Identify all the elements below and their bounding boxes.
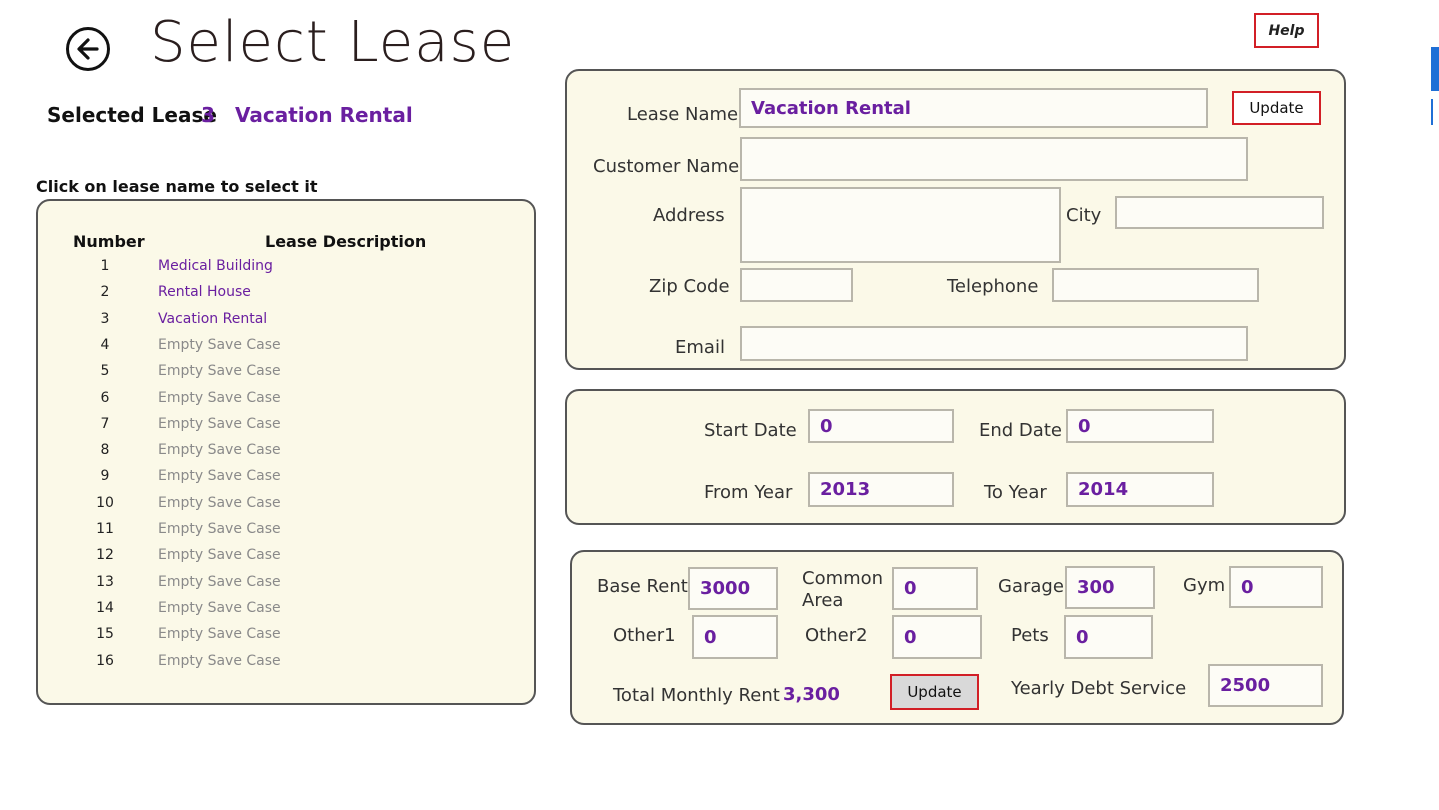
pets-field[interactable]: 0 xyxy=(1064,615,1153,659)
total-monthly-rent-value: 3,300 xyxy=(783,684,840,705)
selected-lease-label: Selected Lease xyxy=(47,103,217,127)
start-date-field[interactable]: 0 xyxy=(808,409,954,443)
lease-row-number: 8 xyxy=(100,442,110,458)
common-area-label-line1: Common xyxy=(802,568,884,589)
lease-row-number: 9 xyxy=(100,468,110,484)
lease-name-field[interactable]: Vacation Rental xyxy=(739,88,1208,128)
column-header-description: Lease Description xyxy=(265,232,427,251)
lease-row-number: 15 xyxy=(96,626,114,642)
lease-row-name-link[interactable]: Empty Save Case xyxy=(158,600,281,616)
from-year-label: From Year xyxy=(704,482,793,503)
to-year-label: To Year xyxy=(984,482,1047,503)
yearly-debt-service-field[interactable]: 2500 xyxy=(1208,664,1323,707)
email-label: Email xyxy=(675,337,725,358)
other2-field[interactable]: 0 xyxy=(892,615,982,659)
end-date-field[interactable]: 0 xyxy=(1066,409,1214,443)
lease-row-name-link[interactable]: Empty Save Case xyxy=(158,468,281,484)
lease-row-number: 14 xyxy=(96,600,114,616)
telephone-label: Telephone xyxy=(947,276,1039,297)
other1-field[interactable]: 0 xyxy=(692,615,778,659)
telephone-field[interactable] xyxy=(1052,268,1259,302)
scrollbar[interactable] xyxy=(1431,47,1439,127)
lease-row-number: 12 xyxy=(96,547,114,563)
lease-row-name-link[interactable]: Rental House xyxy=(158,284,251,300)
pets-label: Pets xyxy=(1011,625,1049,646)
lease-row-name-link[interactable]: Empty Save Case xyxy=(158,416,281,432)
lease-row-number: 1 xyxy=(100,258,110,274)
other1-label: Other1 xyxy=(613,625,676,646)
lease-row-name-link[interactable]: Vacation Rental xyxy=(158,311,267,327)
zip-code-field[interactable] xyxy=(740,268,853,302)
city-label: City xyxy=(1066,205,1102,226)
lease-row-number: 13 xyxy=(96,574,114,590)
lease-row-name-link[interactable]: Empty Save Case xyxy=(158,574,281,590)
base-rent-label: Base Rent xyxy=(597,576,688,597)
lease-row-name-link[interactable]: Empty Save Case xyxy=(158,363,281,379)
lease-row-number: 5 xyxy=(100,363,110,379)
lease-row-name-link[interactable]: Empty Save Case xyxy=(158,442,281,458)
zip-code-label: Zip Code xyxy=(649,276,730,297)
yearly-debt-service-label: Yearly Debt Service xyxy=(1011,678,1187,699)
from-year-field[interactable]: 2013 xyxy=(808,472,954,507)
lease-row-number: 16 xyxy=(96,653,114,669)
address-label: Address xyxy=(653,205,725,226)
city-field[interactable] xyxy=(1115,196,1324,229)
rent-update-button[interactable]: Update xyxy=(890,674,979,710)
back-button[interactable] xyxy=(66,27,110,71)
page-title: Select Lease xyxy=(150,10,516,75)
scrollbar-track xyxy=(1431,99,1439,125)
lease-row-name-link[interactable]: Empty Save Case xyxy=(158,521,281,537)
common-area-field[interactable]: 0 xyxy=(892,567,978,610)
dates-panel xyxy=(565,389,1346,525)
total-monthly-rent-label: Total Monthly Rent xyxy=(613,685,780,706)
lease-row-number: 6 xyxy=(100,390,110,406)
gym-field[interactable]: 0 xyxy=(1229,566,1323,608)
gym-label: Gym xyxy=(1183,575,1226,596)
lease-row-number: 10 xyxy=(96,495,114,511)
garage-label: Garage xyxy=(998,576,1064,597)
to-year-field[interactable]: 2014 xyxy=(1066,472,1214,507)
other2-label: Other2 xyxy=(805,625,868,646)
lease-row-name-link[interactable]: Empty Save Case xyxy=(158,547,281,563)
lease-row-name-link[interactable]: Empty Save Case xyxy=(158,495,281,511)
selected-lease-name: Vacation Rental xyxy=(235,103,413,127)
lease-name-label: Lease Name xyxy=(627,104,739,125)
instruction-text: Click on lease name to select it xyxy=(36,177,318,196)
lease-update-button[interactable]: Update xyxy=(1232,91,1321,125)
lease-row-number: 3 xyxy=(100,311,110,327)
common-area-label-line2: Area xyxy=(802,590,844,611)
column-header-number: Number xyxy=(73,232,145,251)
help-button[interactable]: Help xyxy=(1254,13,1319,48)
customer-name-label: Customer Name xyxy=(593,156,740,177)
scrollbar-thumb[interactable] xyxy=(1431,47,1439,91)
lease-row-name-link[interactable]: Medical Building xyxy=(158,258,273,274)
customer-name-field[interactable] xyxy=(740,137,1248,181)
start-date-label: Start Date xyxy=(704,420,797,441)
lease-row-number: 7 xyxy=(100,416,110,432)
lease-row-name-link[interactable]: Empty Save Case xyxy=(158,337,281,353)
base-rent-field[interactable]: 3000 xyxy=(688,567,778,610)
lease-row-number: 11 xyxy=(96,521,114,537)
lease-row-name-link[interactable]: Empty Save Case xyxy=(158,653,281,669)
lease-row-name-link[interactable]: Empty Save Case xyxy=(158,390,281,406)
back-arrow-icon xyxy=(77,38,99,60)
lease-row-number: 2 xyxy=(100,284,110,300)
end-date-label: End Date xyxy=(979,420,1062,441)
lease-row-number: 4 xyxy=(100,337,110,353)
address-field[interactable] xyxy=(740,187,1061,263)
email-field[interactable] xyxy=(740,326,1248,361)
selected-lease-number: 3 xyxy=(201,103,215,127)
lease-row-name-link[interactable]: Empty Save Case xyxy=(158,626,281,642)
garage-field[interactable]: 300 xyxy=(1065,566,1155,609)
